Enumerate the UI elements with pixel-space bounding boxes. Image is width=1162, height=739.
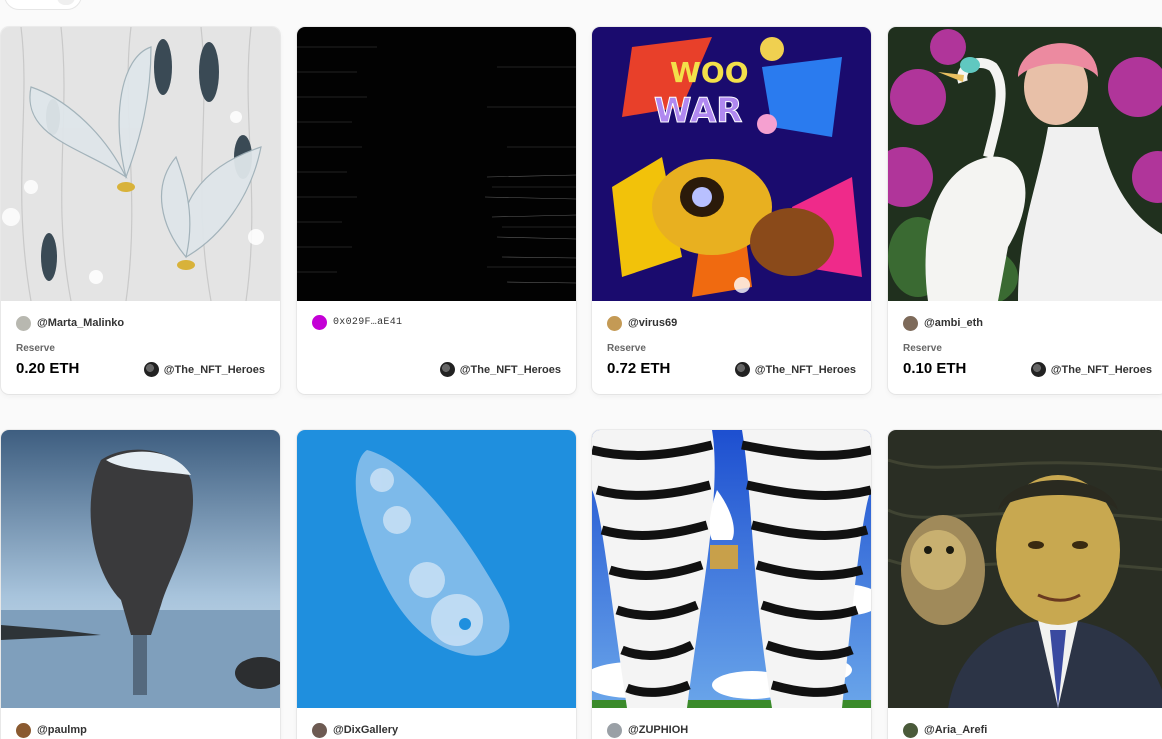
creator-avatar	[903, 722, 918, 738]
creator-avatar	[16, 722, 31, 738]
owner-avatar	[734, 362, 750, 377]
nft-card[interactable]: @ZUPHIOH	[592, 430, 871, 739]
artwork-image[interactable]: WOO WAR	[592, 27, 871, 301]
creator-avatar	[607, 722, 622, 738]
nft-card[interactable]: @Marta_Malinko Reserve 0.20 ETH @The_NFT…	[1, 27, 280, 394]
owner[interactable]: @The_NFT_Heroes	[143, 362, 265, 377]
owner-avatar	[1030, 362, 1046, 377]
owner-name: @The_NFT_Heroes	[459, 363, 561, 376]
artwork-image[interactable]	[888, 27, 1162, 301]
creator-avatar	[16, 315, 31, 331]
creator-name: @DixGallery	[333, 724, 399, 736]
creator-avatar	[903, 315, 918, 331]
creator[interactable]: 0x029F…aE41	[312, 314, 402, 330]
reserve-label: Reserve	[16, 343, 55, 354]
creator-name: @paulmp	[37, 724, 87, 736]
creator-avatar	[312, 314, 327, 330]
creator[interactable]: @Aria_Arefi	[903, 722, 987, 738]
owner[interactable]: @The_NFT_Heroes	[439, 362, 561, 377]
creator[interactable]: @ZUPHIOH	[607, 722, 688, 738]
creator-name: @Aria_Arefi	[924, 724, 988, 736]
nft-card[interactable]: @Aria_Arefi	[888, 430, 1162, 739]
creator-name: @Marta_Malinko	[37, 317, 125, 329]
svg-text:WOO: WOO	[670, 56, 749, 89]
reserve-label: Reserve	[903, 343, 942, 354]
artwork-image[interactable]	[592, 430, 871, 708]
artwork-image[interactable]	[297, 430, 576, 708]
owner-avatar	[439, 362, 455, 377]
owner-name: @The_NFT_Heroes	[1050, 363, 1152, 376]
toggle-knob	[57, 0, 75, 5]
filter-toggle[interactable]	[4, 0, 82, 10]
nft-card[interactable]: @DixGallery	[297, 430, 576, 739]
artwork-image[interactable]	[297, 27, 576, 301]
creator[interactable]: @ambi_eth	[903, 315, 983, 331]
creator[interactable]: @virus69	[607, 315, 677, 331]
artwork-image[interactable]	[1, 430, 280, 708]
reserve-price: 0.20 ETH	[16, 360, 80, 377]
owner-name: @The_NFT_Heroes	[754, 363, 856, 376]
nft-card[interactable]: 0x029F…aE41 @The_NFT_Heroes	[297, 27, 576, 394]
creator[interactable]: @Marta_Malinko	[16, 315, 124, 331]
creator-avatar	[607, 315, 622, 331]
creator-address: 0x029F…aE41	[333, 316, 403, 328]
creator-avatar	[312, 722, 327, 738]
creator[interactable]: @DixGallery	[312, 722, 398, 738]
owner-avatar	[143, 362, 159, 377]
creator[interactable]: @paulmp	[16, 722, 87, 738]
creator-name: @virus69	[628, 317, 678, 329]
creator-name: @ZUPHIOH	[628, 724, 689, 736]
svg-text:WAR: WAR	[654, 91, 742, 131]
nft-card[interactable]: @ambi_eth Reserve 0.10 ETH @The_NFT_Hero…	[888, 27, 1162, 394]
reserve-price: 0.72 ETH	[607, 360, 671, 377]
nft-card[interactable]: @paulmp	[1, 430, 280, 739]
nft-card[interactable]: WOO WAR @virus69 Reserve 0.72 ETH @The_N…	[592, 27, 871, 394]
artwork-image[interactable]	[888, 430, 1162, 708]
artwork-image[interactable]	[1, 27, 280, 301]
reserve-price: 0.10 ETH	[903, 360, 967, 377]
owner-name: @The_NFT_Heroes	[163, 363, 265, 376]
reserve-label: Reserve	[607, 343, 646, 354]
owner[interactable]: @The_NFT_Heroes	[734, 362, 856, 377]
owner[interactable]: @The_NFT_Heroes	[1030, 362, 1152, 377]
creator-name: @ambi_eth	[924, 317, 984, 329]
